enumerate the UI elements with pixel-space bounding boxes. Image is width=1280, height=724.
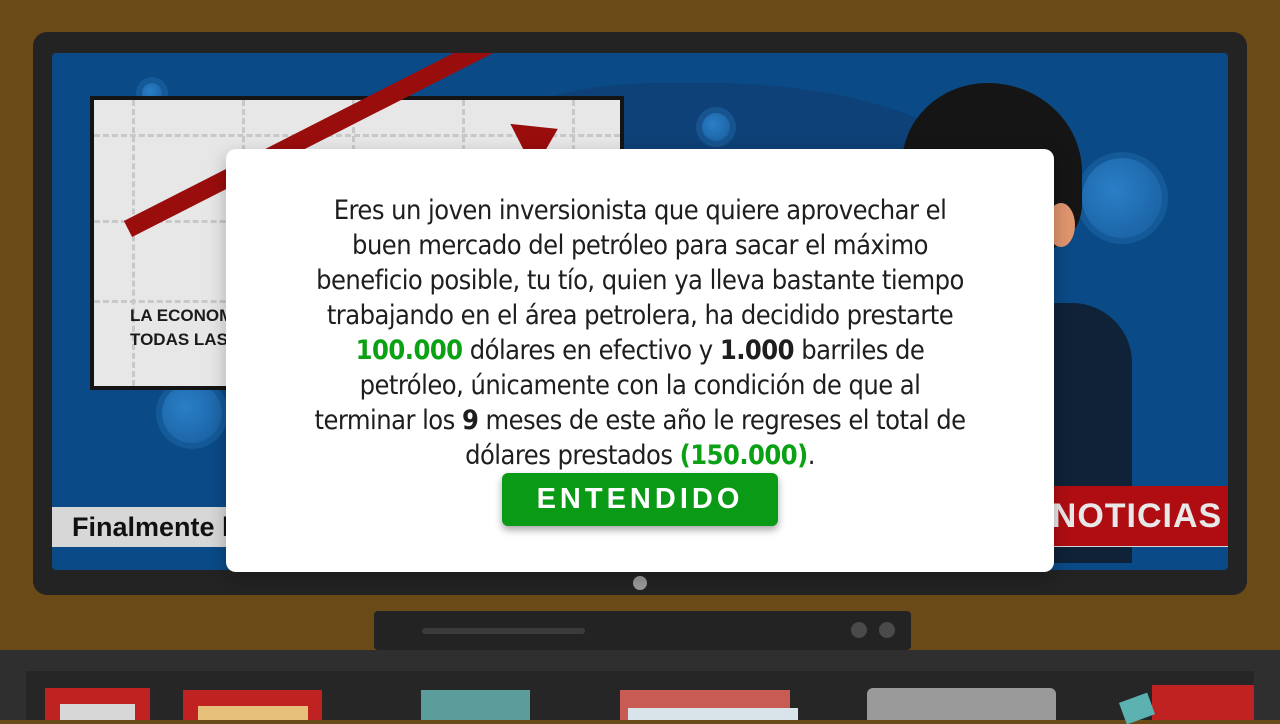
message-text: dólares en efectivo y <box>462 335 720 366</box>
power-led <box>633 576 647 590</box>
total-due: (150.000) <box>679 440 809 471</box>
chart-caption: LA ECONOM TODAS LAS <box>130 304 233 352</box>
message-text: . <box>807 440 816 471</box>
jar-prop <box>421 690 530 720</box>
camera-prop <box>867 688 1056 720</box>
virus-icon <box>702 113 730 141</box>
news-label: NOTICIAS <box>1046 486 1228 546</box>
chart-caption-line1: LA ECONOM <box>130 306 234 325</box>
instructions-modal: Eres un joven inversionista que quiere a… <box>226 149 1054 572</box>
chart-caption-line2: TODAS LAS <box>130 330 228 349</box>
shelf <box>0 650 1280 724</box>
virus-icon <box>1082 158 1162 238</box>
stand-knob <box>879 622 895 638</box>
book-spine-prop <box>1118 692 1156 724</box>
amount-dollars: 100.000 <box>355 335 463 366</box>
tv-stand <box>374 611 911 650</box>
books-stack-prop <box>1152 685 1254 720</box>
understood-button[interactable]: ENTENDIDO <box>502 473 778 526</box>
months-count: 9 <box>461 405 479 436</box>
message-text: Eres un joven inversionista que quiere a… <box>316 195 964 331</box>
stand-knob <box>851 622 867 638</box>
stand-slot <box>422 628 585 634</box>
photo-frame-inner <box>198 706 308 720</box>
amount-barrels: 1.000 <box>719 335 795 366</box>
book-prop-inner <box>628 708 798 720</box>
shelf-inner <box>26 671 1254 724</box>
ticker-text: Finalmente la <box>72 512 245 542</box>
virus-icon <box>162 383 222 443</box>
frame-prop-inner <box>60 704 135 720</box>
modal-message: Eres un joven inversionista que quiere a… <box>312 193 967 473</box>
